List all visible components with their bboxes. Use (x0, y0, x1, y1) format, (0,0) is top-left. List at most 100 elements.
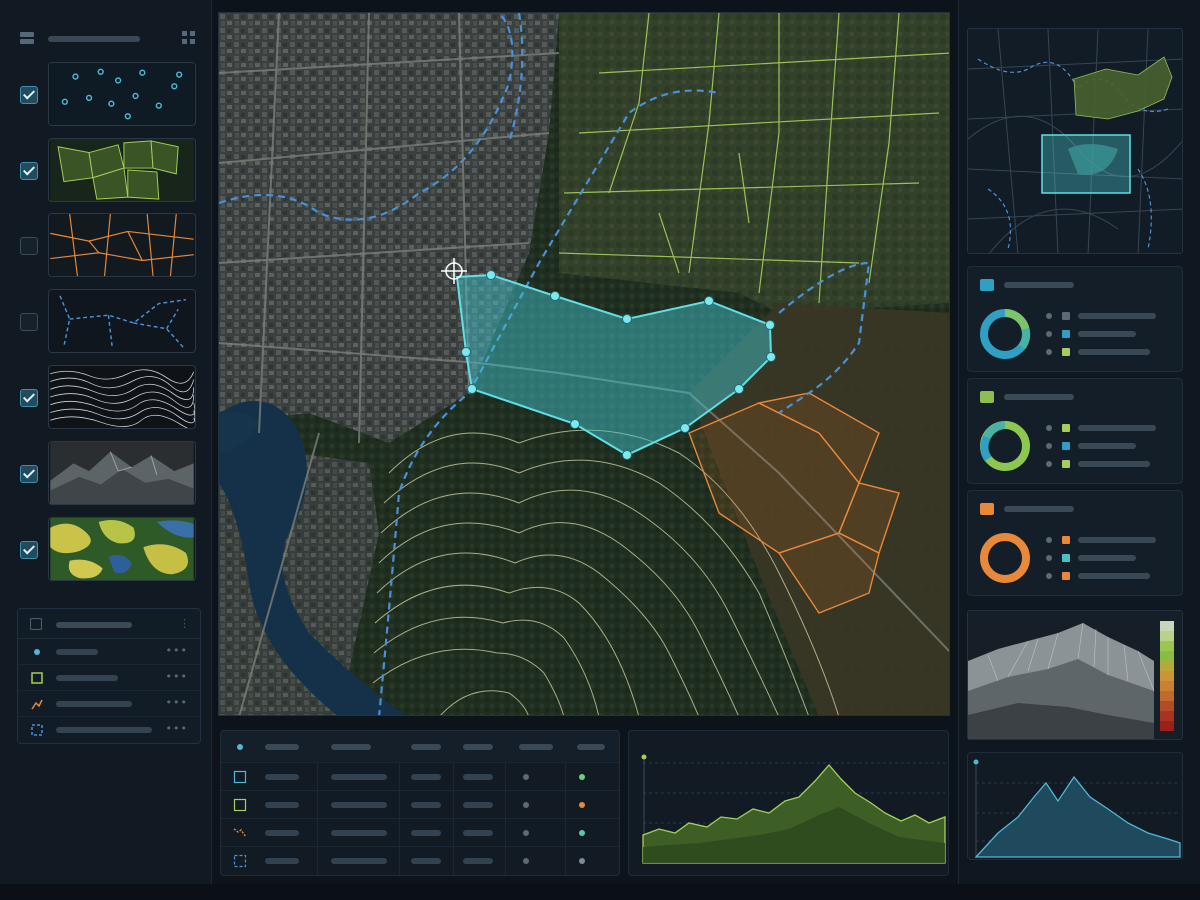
layer-checkbox-hillshade[interactable] (20, 465, 38, 483)
legend-row-selection[interactable]: ••• (18, 717, 200, 743)
legend-panel: ⋮ ••• ••• ••• ••• (17, 608, 201, 744)
stat-legend-row (1046, 423, 1176, 433)
layer-checkbox-parcels[interactable] (20, 162, 38, 180)
legend-menu-icon[interactable]: ⋮ (179, 617, 190, 630)
status-dot (523, 774, 529, 780)
layer-checkbox-landcover[interactable] (20, 541, 38, 559)
options-icon[interactable] (182, 31, 196, 45)
status-dot (579, 802, 585, 808)
table-row[interactable] (221, 819, 619, 847)
landcover-thumbnail[interactable] (48, 517, 196, 581)
stat-legend-row (1046, 347, 1176, 357)
status-dot (523, 858, 529, 864)
contours-thumbnail[interactable] (48, 365, 196, 429)
viewport-rectangle[interactable] (1041, 134, 1131, 194)
stat-title-placeholder (1004, 282, 1074, 288)
layer-checkbox-contours[interactable] (20, 389, 38, 407)
legend-header-icon (30, 618, 42, 630)
table-cell (331, 858, 387, 864)
column-header[interactable] (519, 744, 553, 750)
layer-item-roads[interactable] (18, 213, 198, 279)
stat-legend-row (1046, 571, 1176, 581)
donut-chart-3[interactable] (978, 531, 1032, 585)
overview-minimap[interactable] (967, 28, 1183, 254)
layer-item-landcover[interactable] (18, 517, 198, 583)
selection-icon (233, 854, 247, 868)
legend-row-menu-icon[interactable]: ••• (166, 722, 188, 735)
table-cell (411, 802, 441, 808)
table-cell (265, 858, 299, 864)
boundaries-thumbnail[interactable] (48, 289, 196, 353)
axis-marker (641, 754, 647, 760)
legend-row-point[interactable]: ••• (18, 639, 200, 665)
elevation-profile-chart[interactable] (628, 730, 949, 876)
column-header[interactable] (577, 744, 605, 750)
stat-card-3[interactable] (967, 490, 1183, 596)
point-icon (34, 649, 40, 655)
table-row[interactable] (221, 791, 619, 819)
polygon-icon (31, 672, 43, 684)
table-cell (331, 774, 387, 780)
hillshade-thumbnail[interactable] (48, 441, 196, 505)
status-dot (579, 830, 585, 836)
column-header[interactable] (411, 744, 441, 750)
legend-row-menu-icon[interactable]: ••• (166, 644, 188, 657)
legend-header: ⋮ (18, 609, 200, 639)
selection-icon (31, 724, 43, 736)
legend-label (56, 675, 118, 681)
attribute-table (220, 730, 620, 876)
stat-swatch (980, 279, 994, 291)
column-header[interactable] (331, 744, 371, 750)
layer-item-contours[interactable] (18, 365, 198, 431)
grid-icon[interactable] (20, 32, 34, 44)
column-header[interactable] (463, 744, 493, 750)
roads-thumbnail[interactable] (48, 213, 196, 277)
table-cell (463, 774, 493, 780)
table-cell (411, 774, 441, 780)
stat-legend-row (1046, 553, 1176, 563)
table-cell (411, 858, 441, 864)
terrain-3d-view[interactable] (967, 610, 1183, 740)
layer-checkbox-roads[interactable] (20, 237, 38, 255)
table-row[interactable] (221, 847, 619, 875)
parcels-thumbnail[interactable] (48, 138, 196, 202)
stat-card-2[interactable] (967, 378, 1183, 484)
legend-row-polygon[interactable]: ••• (18, 665, 200, 691)
legend-label (56, 727, 152, 733)
status-dot (579, 774, 585, 780)
table-cell (265, 774, 299, 780)
legend-row-menu-icon[interactable]: ••• (166, 696, 188, 709)
table-cell (463, 858, 493, 864)
elevation-color-ramp (1160, 621, 1174, 731)
layer-item-parcels[interactable] (18, 138, 198, 204)
layer-checkbox-boundaries[interactable] (20, 313, 38, 331)
donut-chart-1[interactable] (978, 307, 1032, 361)
map-view[interactable] (218, 12, 950, 716)
status-bar (0, 884, 1200, 900)
gis-dashboard: ⋮ ••• ••• ••• ••• (0, 0, 1200, 900)
layer-checkbox-points[interactable] (20, 86, 38, 104)
profile-chart-small[interactable] (967, 752, 1183, 860)
legend-row-menu-icon[interactable]: ••• (166, 670, 188, 683)
layer-item-points[interactable] (18, 62, 198, 128)
stat-legend-row (1046, 441, 1176, 451)
layer-item-boundaries[interactable] (18, 289, 198, 355)
stat-title-placeholder (1004, 506, 1074, 512)
table-header-row (221, 731, 619, 763)
column-header[interactable] (265, 744, 299, 750)
points-thumbnail[interactable] (48, 62, 196, 126)
legend-row-line[interactable]: ••• (18, 691, 200, 717)
table-row[interactable] (221, 763, 619, 791)
table-cell (331, 802, 387, 808)
table-cell (331, 830, 387, 836)
stat-card-1[interactable] (967, 266, 1183, 372)
line-icon (31, 699, 43, 710)
table-cell (463, 830, 493, 836)
layer-item-hillshade[interactable] (18, 441, 198, 507)
donut-chart-2[interactable] (978, 419, 1032, 473)
sidebar-header (18, 30, 198, 48)
table-cell (265, 802, 299, 808)
status-dot (523, 802, 529, 808)
status-dot (579, 858, 585, 864)
table-cell (265, 830, 299, 836)
